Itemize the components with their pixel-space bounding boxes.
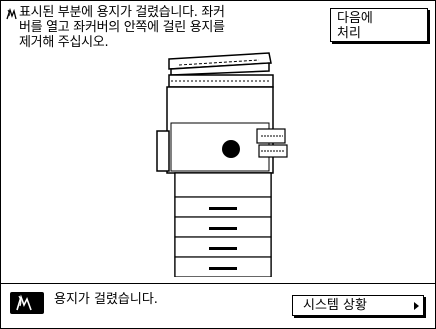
handle-later-button[interactable]: 다음에 처리: [330, 8, 428, 42]
status-divider: [1, 283, 435, 284]
system-status-button[interactable]: 시스템 상황: [292, 295, 424, 316]
status-message: 용지가 걸렸습니다.: [54, 292, 158, 307]
paper-jam-icon: [6, 8, 17, 20]
jam-instruction-text: 표시된 부분에 용지가 걸렸습니다. 좌커 버를 열고 좌커버의 안쪽에 걸린 …: [19, 5, 225, 50]
copier-machine-icon: [156, 52, 288, 277]
chevron-right-icon: [414, 302, 419, 310]
system-status-label: 시스템 상황: [303, 298, 367, 313]
touch-panel-screen: 표시된 부분에 용지가 걸렸습니다. 좌커 버를 열고 좌커버의 안쪽에 걸린 …: [0, 0, 436, 329]
paper-jam-icon: [10, 292, 44, 314]
jam-location-marker: [222, 140, 240, 158]
